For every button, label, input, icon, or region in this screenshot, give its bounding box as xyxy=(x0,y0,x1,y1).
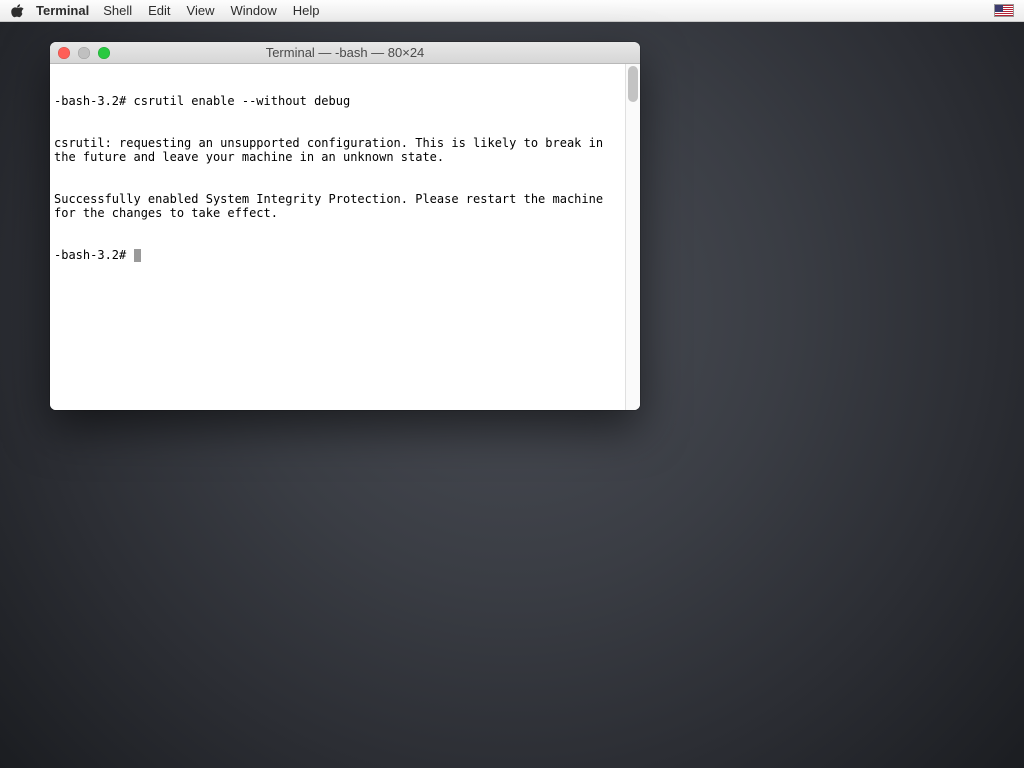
titlebar[interactable]: Terminal — -bash — 80×24 xyxy=(50,42,640,64)
zoom-button[interactable] xyxy=(98,47,110,59)
menu-edit[interactable]: Edit xyxy=(148,3,170,18)
terminal-body[interactable]: -bash-3.2# csrutil enable --without debu… xyxy=(50,64,640,410)
close-button[interactable] xyxy=(58,47,70,59)
terminal-line: Successfully enabled System Integrity Pr… xyxy=(54,192,621,220)
terminal-line: -bash-3.2# csrutil enable --without debu… xyxy=(54,94,621,108)
terminal-window: Terminal — -bash — 80×24 -bash-3.2# csru… xyxy=(50,42,640,410)
input-source-flag-icon[interactable] xyxy=(994,4,1014,17)
menu-shell[interactable]: Shell xyxy=(103,3,132,18)
menu-help[interactable]: Help xyxy=(293,3,320,18)
scrollbar[interactable] xyxy=(625,64,640,410)
menubar: Terminal Shell Edit View Window Help xyxy=(0,0,1024,22)
traffic-lights xyxy=(50,47,110,59)
apple-menu-icon[interactable] xyxy=(10,4,24,18)
app-name[interactable]: Terminal xyxy=(36,3,89,18)
minimize-button[interactable] xyxy=(78,47,90,59)
menu-view[interactable]: View xyxy=(187,3,215,18)
cursor-icon xyxy=(134,249,141,262)
scrollbar-thumb[interactable] xyxy=(628,66,638,102)
window-title: Terminal — -bash — 80×24 xyxy=(50,45,640,60)
terminal-output[interactable]: -bash-3.2# csrutil enable --without debu… xyxy=(50,64,625,410)
terminal-line: csrutil: requesting an unsupported confi… xyxy=(54,136,621,164)
terminal-prompt: -bash-3.2# xyxy=(54,248,621,262)
menu-window[interactable]: Window xyxy=(231,3,277,18)
